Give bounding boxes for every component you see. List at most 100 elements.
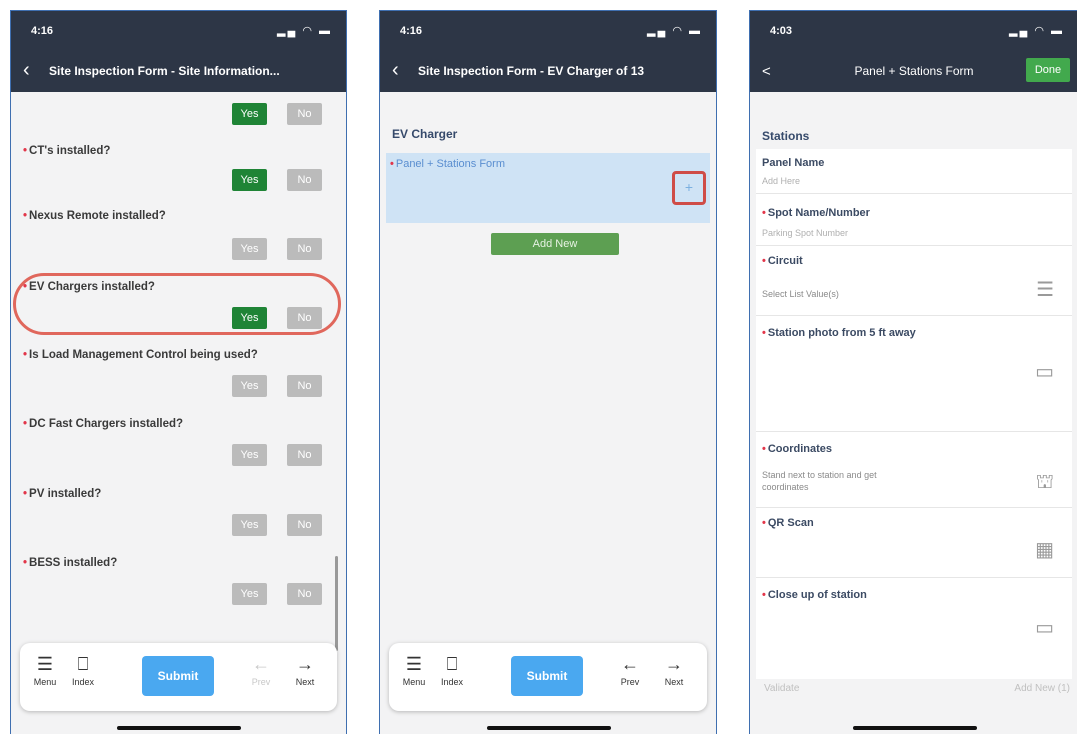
qr-code-icon[interactable]: ▦ bbox=[1035, 537, 1054, 562]
yes-button[interactable]: Yes bbox=[232, 375, 267, 397]
section-title: EV Charger bbox=[392, 127, 458, 141]
add-new-button[interactable]: Add New bbox=[491, 233, 619, 255]
question-label: • PV installed? bbox=[23, 488, 102, 500]
status-time: 4:16 bbox=[31, 25, 54, 37]
question-label: • Is Load Management Control being used? bbox=[23, 349, 258, 361]
submit-button[interactable]: Submit bbox=[511, 656, 583, 696]
field-label: • Close up of station bbox=[762, 589, 867, 601]
required-marker: • bbox=[762, 255, 766, 267]
no-button[interactable]: No bbox=[287, 514, 322, 536]
status-time: 4:16 bbox=[400, 25, 423, 37]
menu-button[interactable]: ☰ Menu bbox=[397, 653, 431, 687]
home-indicator bbox=[853, 726, 977, 730]
divider bbox=[756, 193, 1072, 194]
stations-form: Panel Name Add Here • Spot Name/Number Pa… bbox=[756, 149, 1072, 679]
no-button[interactable]: No bbox=[287, 375, 322, 397]
next-button[interactable]: → Next bbox=[657, 653, 691, 687]
home-indicator bbox=[117, 726, 241, 730]
arrow-right-icon: → bbox=[296, 654, 314, 674]
validate-button[interactable]: Validate bbox=[764, 683, 799, 694]
arrow-left-icon: ← bbox=[252, 654, 270, 674]
arrow-right-icon: → bbox=[665, 654, 683, 674]
next-button[interactable]: → Next bbox=[288, 653, 322, 687]
divider bbox=[756, 245, 1072, 246]
required-marker: • bbox=[23, 488, 28, 500]
submit-button[interactable]: Submit bbox=[142, 656, 214, 696]
yes-button[interactable]: Yes bbox=[232, 514, 267, 536]
panel-name-input[interactable]: Add Here bbox=[762, 175, 800, 187]
nav-bar: < Panel + Stations Form Done bbox=[750, 51, 1077, 92]
no-button[interactable]: No bbox=[287, 444, 322, 466]
required-marker: • bbox=[762, 443, 766, 455]
signal-wifi-battery-icon: ▂▄ ◠ ▬ bbox=[277, 25, 332, 37]
back-chevron-icon[interactable]: ‹ bbox=[23, 60, 30, 80]
prev-button[interactable]: ← Prev bbox=[613, 653, 647, 687]
hamburger-menu-icon: ☰ bbox=[405, 654, 423, 674]
arrow-left-icon: ← bbox=[621, 654, 639, 674]
bottom-toolbar: ☰ Menu ⎕ Index Submit ← Prev → Next bbox=[20, 643, 337, 711]
status-bar: 4:03 ▂▄ ◠ ▬ bbox=[750, 11, 1077, 51]
question-label: • Nexus Remote installed? bbox=[23, 210, 166, 222]
spot-number-input[interactable]: Parking Spot Number bbox=[762, 227, 848, 239]
bookmark-icon: ⎕ bbox=[446, 654, 458, 674]
subform-label: • Panel + Stations Form bbox=[390, 158, 505, 170]
image-icon[interactable]: ▭ bbox=[1035, 615, 1054, 640]
required-marker: • bbox=[23, 145, 28, 157]
required-marker: • bbox=[23, 418, 28, 430]
no-button[interactable]: No bbox=[287, 238, 322, 260]
nav-bar: ‹ Site Inspection Form - EV Charger of 1… bbox=[380, 51, 716, 92]
prev-button[interactable]: ← Prev bbox=[244, 653, 278, 687]
hamburger-menu-icon: ☰ bbox=[36, 654, 54, 674]
no-button[interactable]: No bbox=[287, 103, 322, 125]
field-label: • Circuit bbox=[762, 255, 803, 267]
bottom-toolbar: ☰ Menu ⎕ Index Submit ← Prev → Next bbox=[389, 643, 707, 711]
image-icon[interactable]: ▭ bbox=[1035, 359, 1054, 384]
phone-panel-stations-form: 4:03 ▂▄ ◠ ▬ < Panel + Stations Form Done… bbox=[749, 10, 1077, 734]
index-button[interactable]: ⎕ Index bbox=[435, 653, 469, 687]
yes-button[interactable]: Yes bbox=[232, 583, 267, 605]
section-title: Stations bbox=[762, 129, 810, 143]
signal-wifi-battery-icon: ▂▄ ◠ ▬ bbox=[647, 25, 702, 37]
field-label: • Coordinates bbox=[762, 443, 833, 455]
scrollbar[interactable] bbox=[335, 556, 338, 651]
no-button[interactable]: No bbox=[287, 583, 322, 605]
yes-button[interactable]: Yes bbox=[232, 103, 267, 125]
yes-button[interactable]: Yes bbox=[232, 238, 267, 260]
circuit-select[interactable]: Select List Value(s) bbox=[762, 288, 839, 300]
bookmark-icon: ⎕ bbox=[77, 654, 89, 674]
required-marker: • bbox=[23, 557, 28, 569]
home-indicator bbox=[487, 726, 611, 730]
done-button[interactable]: Done bbox=[1026, 58, 1070, 82]
menu-button[interactable]: ☰ Menu bbox=[28, 653, 62, 687]
field-label: Panel Name bbox=[762, 157, 825, 169]
phone-ev-charger: 4:16 ▂▄ ◠ ▬ ‹ Site Inspection Form - EV … bbox=[379, 10, 717, 734]
status-time: 4:03 bbox=[770, 25, 793, 37]
divider bbox=[756, 431, 1072, 432]
add-subform-button[interactable]: + bbox=[672, 171, 706, 205]
yes-button[interactable]: Yes bbox=[232, 169, 267, 191]
field-label: • QR Scan bbox=[762, 517, 814, 529]
required-marker: • bbox=[762, 327, 766, 339]
yes-button[interactable]: Yes bbox=[232, 307, 267, 329]
subform-field[interactable]: • Panel + Stations Form + bbox=[386, 153, 710, 223]
required-marker: • bbox=[762, 207, 766, 219]
status-bar: 4:16 ▂▄ ◠ ▬ bbox=[380, 11, 716, 51]
field-label: • Station photo from 5 ft away bbox=[762, 327, 916, 339]
no-button[interactable]: No bbox=[287, 169, 322, 191]
divider bbox=[756, 507, 1072, 508]
index-button[interactable]: ⎕ Index bbox=[66, 653, 100, 687]
question-label: • CT's installed? bbox=[23, 145, 111, 157]
signal-wifi-battery-icon: ▂▄ ◠ ▬ bbox=[1009, 25, 1064, 37]
list-icon[interactable]: ☰ bbox=[1036, 277, 1054, 302]
nav-bar: ‹ Site Inspection Form - Site Informatio… bbox=[11, 51, 346, 92]
add-new-count-button[interactable]: Add New (1) bbox=[1014, 683, 1070, 694]
coordinates-value[interactable]: Stand next to station and get coordinates bbox=[762, 469, 877, 493]
phone-site-information: 4:16 ▂▄ ◠ ▬ ‹ Site Inspection Form - Sit… bbox=[10, 10, 347, 734]
required-marker: • bbox=[762, 589, 766, 601]
back-chevron-icon[interactable]: ‹ bbox=[392, 60, 399, 80]
question-label: • EV Chargers installed? bbox=[23, 281, 155, 293]
required-marker: • bbox=[23, 210, 28, 222]
yes-button[interactable]: Yes bbox=[232, 444, 267, 466]
location-icon[interactable]: ⛫ bbox=[1036, 471, 1054, 496]
no-button[interactable]: No bbox=[287, 307, 322, 329]
